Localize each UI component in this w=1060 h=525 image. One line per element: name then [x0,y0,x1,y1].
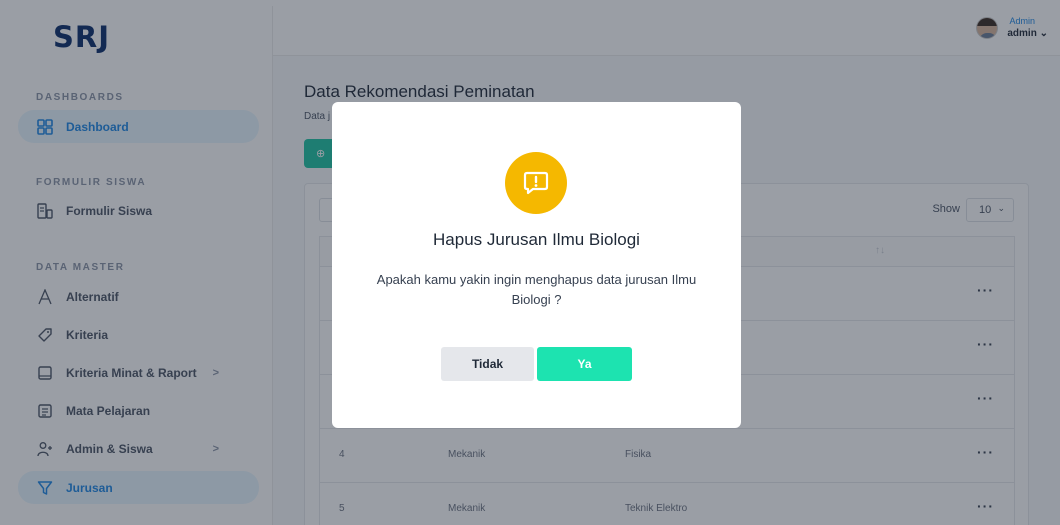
dialog-title: Hapus Jurusan Ilmu Biologi [433,230,640,249]
cancel-button[interactable]: Tidak [441,347,534,381]
exclamation-chat-icon [505,152,567,214]
confirm-delete-dialog: Hapus Jurusan Ilmu Biologi Apakah kamu y… [332,102,741,428]
dialog-message: Apakah kamu yakin ingin menghapus data j… [376,272,697,307]
confirm-button[interactable]: Ya [537,347,632,381]
